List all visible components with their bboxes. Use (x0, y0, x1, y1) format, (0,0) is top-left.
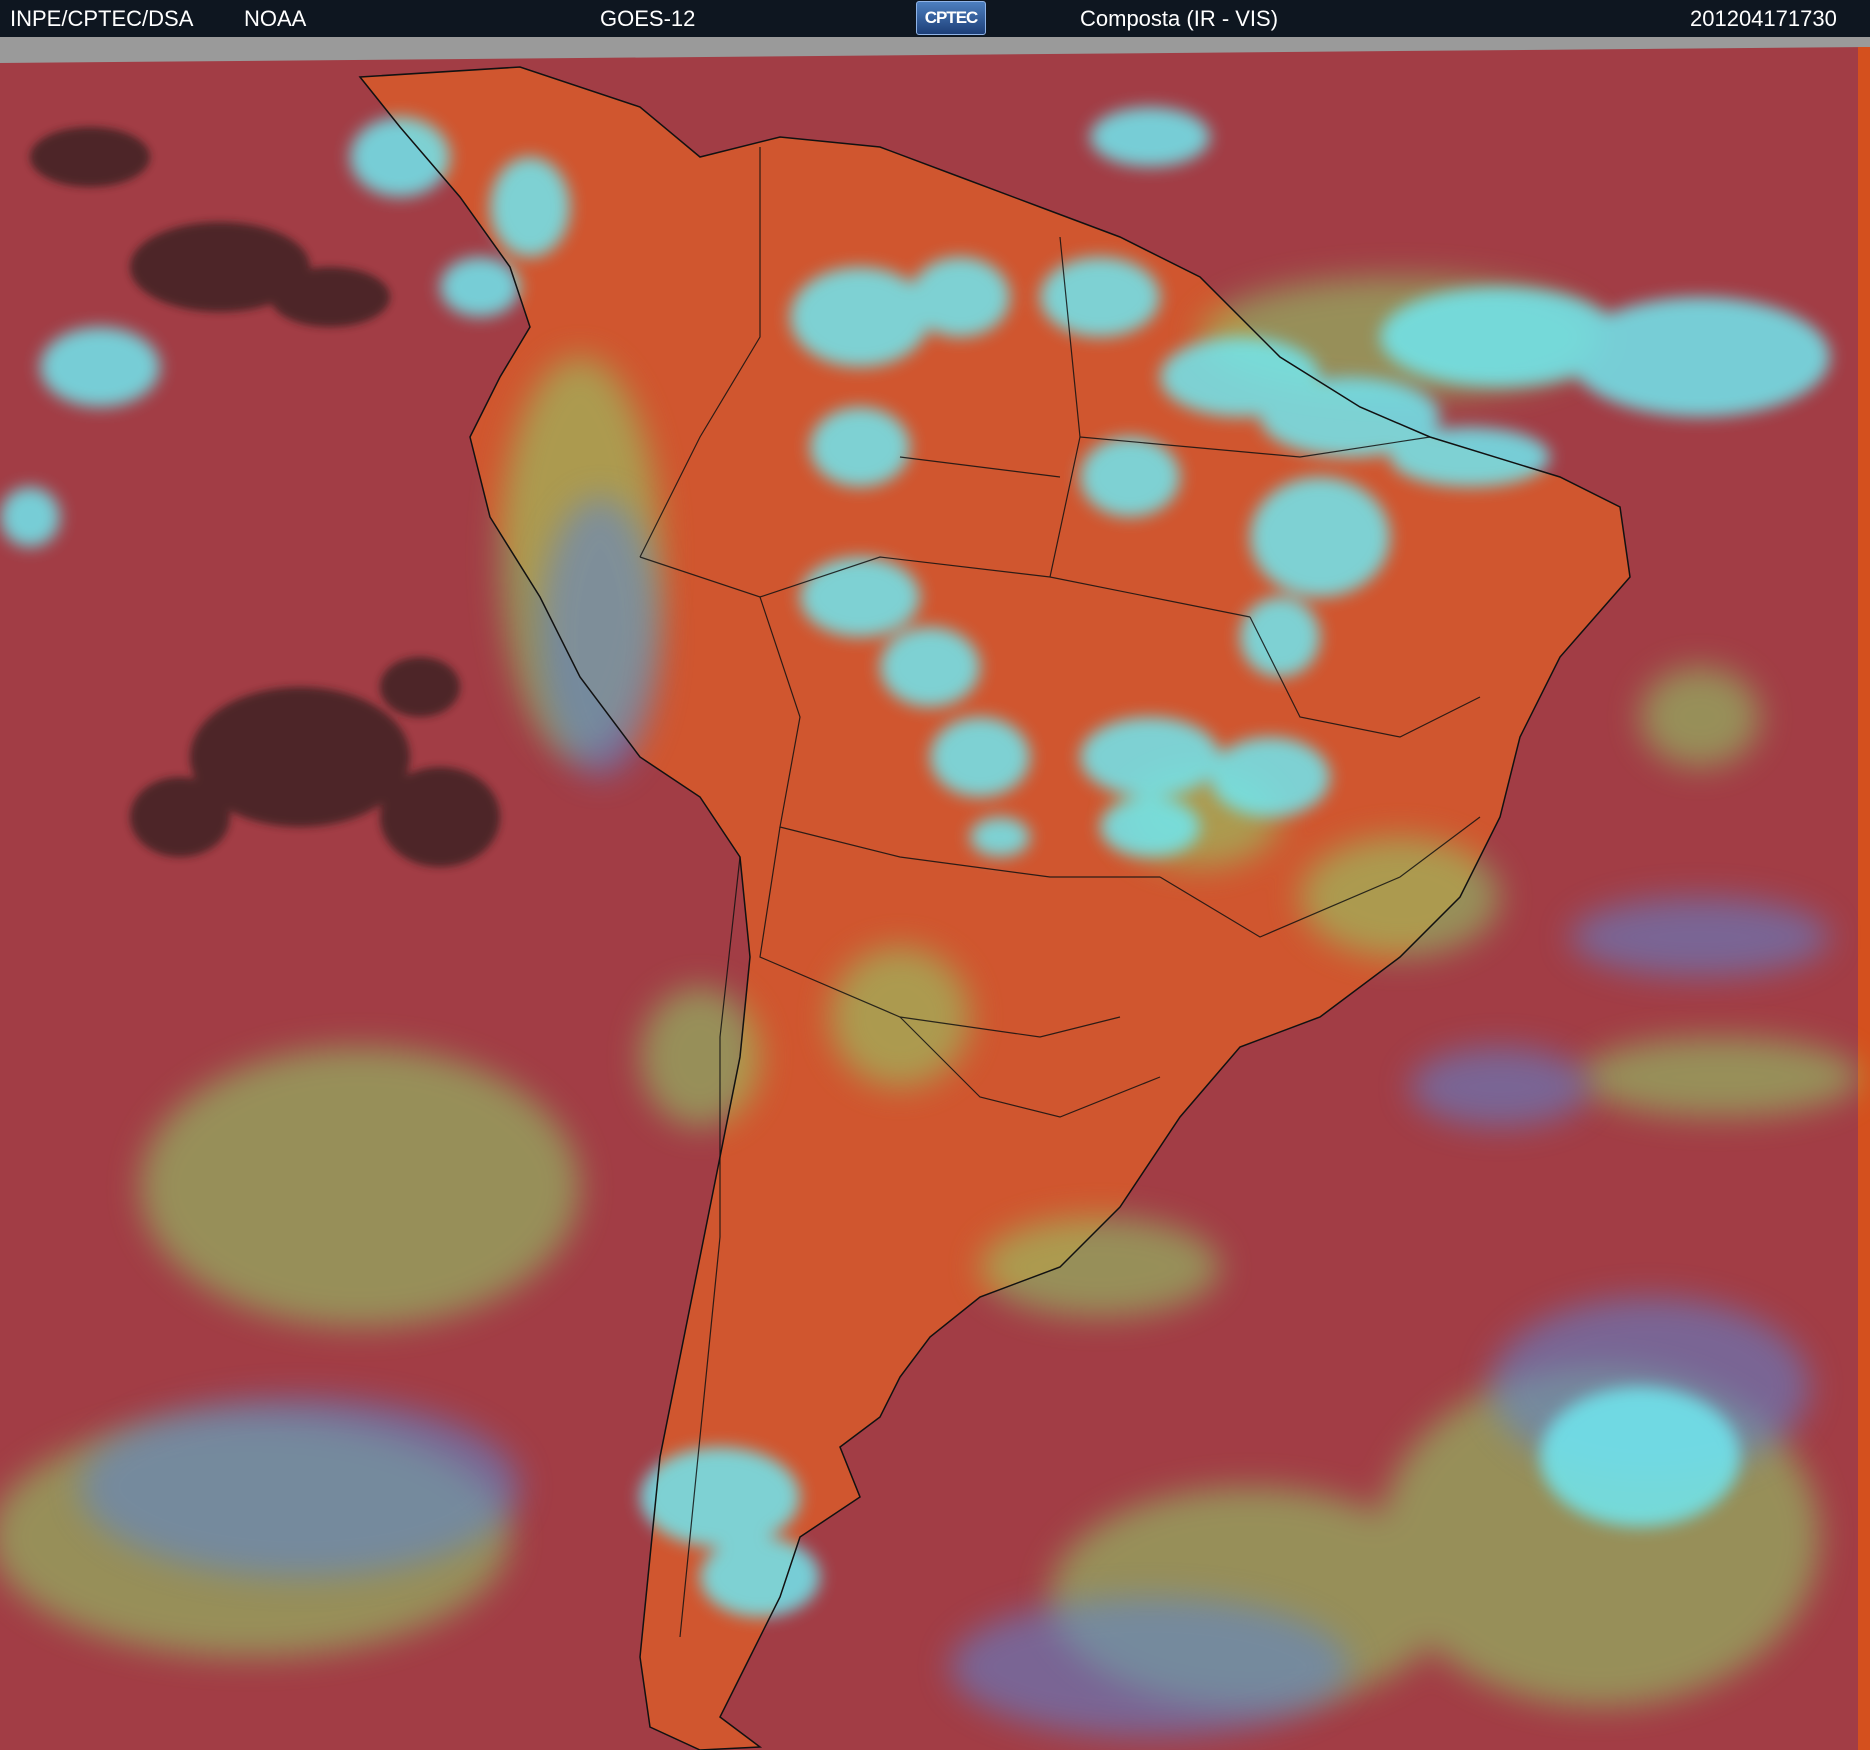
limb-edge (1858, 47, 1870, 1750)
timestamp-label: 201204171730 (1690, 6, 1837, 31)
satellite-image (0, 37, 1870, 1750)
cptec-logo: CPTEC (916, 1, 986, 35)
product-label: Composta (IR - VIS) (1080, 6, 1279, 31)
satellite-label: GOES-12 (600, 6, 696, 31)
provider-label: NOAA (244, 6, 307, 31)
logo-text: CPTEC (924, 8, 979, 27)
agency-label: INPE/CPTEC/DSA (10, 6, 194, 31)
header-bar: INPE/CPTEC/DSA NOAA GOES-12 CPTEC Compos… (0, 0, 1870, 37)
